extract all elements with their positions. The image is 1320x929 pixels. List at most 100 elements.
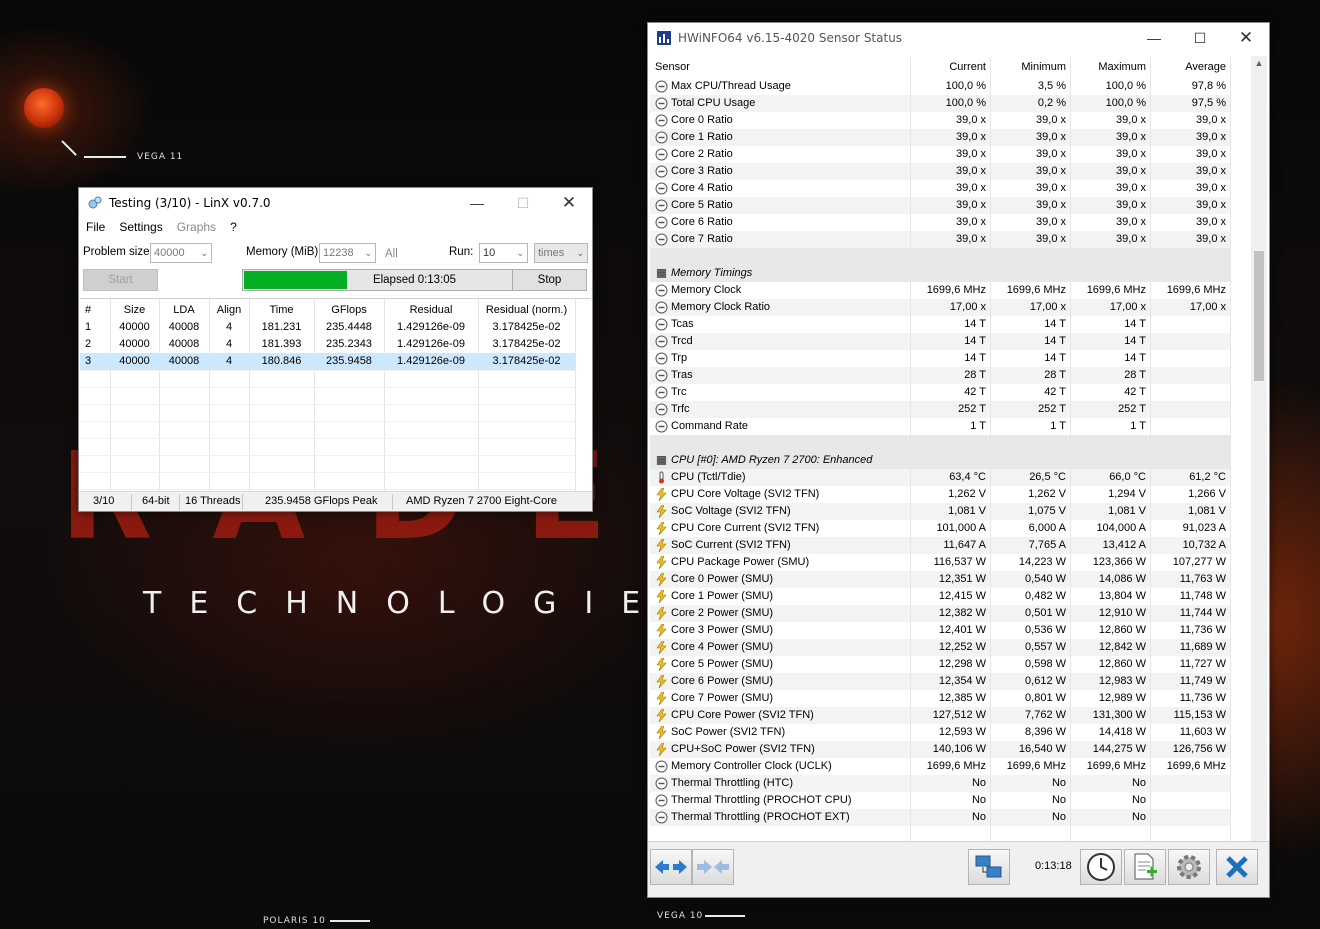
col-time[interactable]: Time [249, 302, 314, 319]
sensor-row[interactable]: Core 5 Ratio 39,0 x 39,0 x 39,0 x 39,0 x [650, 197, 1230, 214]
sensor-name: Core 4 Ratio [671, 182, 733, 194]
sensor-row[interactable]: Memory Clock 1699,6 MHz 1699,6 MHz 1699,6 M… [650, 282, 1230, 299]
sensor-row[interactable]: CPU (Tctl/Tdie) 63,4 °C 26,5 °C 66,0 °C 61,2… [650, 469, 1230, 486]
problem-size-combo[interactable]: 40000 ⌄ [150, 243, 212, 263]
sensor-group-row[interactable]: Memory Timings [650, 265, 1230, 282]
nav-arrows-button[interactable] [650, 849, 692, 885]
sensor-row[interactable]: Core 3 Power (SMU) 12,401 W 0,536 W 12,860 … [650, 622, 1230, 639]
sensor-row[interactable]: Core 6 Ratio 39,0 x 39,0 x 39,0 x 39,0 x [650, 214, 1230, 231]
menu-file[interactable]: File [79, 218, 112, 237]
current-value: 1,081 V [948, 505, 986, 517]
col-minimum[interactable]: Minimum [992, 57, 1066, 77]
sensor-row[interactable]: Core 1 Ratio 39,0 x 39,0 x 39,0 x 39,0 x [650, 129, 1230, 146]
col-align[interactable]: Align [209, 302, 249, 319]
minimize-button[interactable]: — [454, 188, 500, 218]
close-sensors-button[interactable] [1216, 849, 1258, 885]
col-current[interactable]: Current [912, 57, 986, 77]
scroll-up-icon[interactable]: ▲ [1251, 58, 1267, 68]
run-unit-combo[interactable]: times ⌄ [534, 243, 588, 263]
start-button[interactable]: Start [83, 269, 158, 291]
col-lda[interactable]: LDA [159, 302, 209, 319]
close-button[interactable]: ✕ [546, 188, 592, 218]
col-gflops[interactable]: GFlops [314, 302, 384, 319]
sensor-row[interactable]: Trc 42 T 42 T 42 T [650, 384, 1230, 401]
sensor-row[interactable]: SoC Power (SVI2 TFN) 12,593 W 8,396 W 14,41… [650, 724, 1230, 741]
collapse-arrows-button[interactable] [692, 849, 734, 885]
maximize-button[interactable]: ☐ [500, 188, 546, 218]
sensor-row[interactable]: Core 7 Power (SMU) 12,385 W 0,801 W 12,989 … [650, 690, 1230, 707]
sensor-row[interactable]: Core 0 Ratio 39,0 x 39,0 x 39,0 x 39,0 x [650, 112, 1230, 129]
memory-combo[interactable]: 12238 ⌄ [319, 243, 376, 263]
col-residual-norm[interactable]: Residual (norm.) [478, 302, 575, 319]
sensor-row[interactable]: Core 1 Power (SMU) 12,415 W 0,482 W 13,804 … [650, 588, 1230, 605]
stop-button[interactable]: Stop [512, 269, 587, 291]
maximum-value: 14 T [1124, 352, 1146, 364]
power-bolt-icon [655, 606, 668, 621]
sensor-row[interactable]: Memory Controller Clock (UCLK) 1699,6 MHz… [650, 758, 1230, 775]
sensor-row[interactable]: CPU Core Power (SVI2 TFN) 127,512 W 7,762 … [650, 707, 1230, 724]
sensor-row[interactable]: CPU Core Current (SVI2 TFN) 101,000 A 6,00… [650, 520, 1230, 537]
table-row[interactable]: 1 40000 40008 4 181.231 235.4448 1.429126e-09 3… [80, 319, 591, 336]
sensor-row[interactable]: Thermal Throttling (PROCHOT CPU) No No No [650, 792, 1230, 809]
col-size[interactable]: Size [110, 302, 159, 319]
sensor-row[interactable]: Core 3 Ratio 39,0 x 39,0 x 39,0 x 39,0 x [650, 163, 1230, 180]
average-value: 39,0 x [1196, 216, 1226, 228]
sensor-row[interactable]: Core 2 Ratio 39,0 x 39,0 x 39,0 x 39,0 x [650, 146, 1230, 163]
sensor-row[interactable]: Core 7 Ratio 39,0 x 39,0 x 39,0 x 39,0 x [650, 231, 1230, 248]
linx-titlebar[interactable]: Testing (3/10) - LinX v0.7.0 — ☐ ✕ [79, 188, 592, 218]
menu-graphs[interactable]: Graphs [170, 218, 223, 237]
run-count-combo[interactable]: 10 ⌄ [479, 243, 528, 263]
table-row[interactable]: 3 40000 40008 4 180.846 235.9458 1.429126e-09 3… [80, 353, 575, 370]
sensor-row[interactable]: Thermal Throttling (HTC) No No No [650, 775, 1230, 792]
maximize-button[interactable]: ☐ [1177, 23, 1223, 53]
sensor-row[interactable]: Core 4 Ratio 39,0 x 39,0 x 39,0 x 39,0 x [650, 180, 1230, 197]
sensor-row[interactable]: Max CPU/Thread Usage 100,0 % 3,5 % 100,0 % 9… [650, 78, 1230, 95]
sensor-row[interactable]: CPU Package Power (SMU) 116,537 W 14,223 W… [650, 554, 1230, 571]
sensor-row[interactable]: SoC Current (SVI2 TFN) 11,647 A 7,765 A 13,… [650, 537, 1230, 554]
desktop-pointer-line [330, 920, 370, 922]
current-value: 12,415 W [938, 590, 986, 602]
minimize-button[interactable]: — [1131, 23, 1177, 53]
clock-button[interactable] [1080, 849, 1122, 885]
sensor-row[interactable]: Trp 14 T 14 T 14 T [650, 350, 1230, 367]
sensor-row[interactable]: Thermal Throttling (PROCHOT EXT) No No No [650, 809, 1230, 826]
vertical-scrollbar[interactable]: ▲ ▼ [1251, 56, 1267, 864]
col-average[interactable]: Average [1152, 57, 1226, 77]
col-residual[interactable]: Residual [384, 302, 478, 319]
sensor-row[interactable]: Trfc 252 T 252 T 252 T [650, 401, 1230, 418]
sensor-row[interactable]: Core 6 Power (SMU) 12,354 W 0,612 W 12,983 … [650, 673, 1230, 690]
col-maximum[interactable]: Maximum [1072, 57, 1146, 77]
sensor-row[interactable]: Command Rate 1 T 1 T 1 T [650, 418, 1230, 435]
menu-help[interactable]: ? [223, 218, 244, 237]
sensor-row[interactable]: Core 4 Power (SMU) 12,252 W 0,557 W 12,842 … [650, 639, 1230, 656]
sensor-row[interactable]: Tcas 14 T 14 T 14 T [650, 316, 1230, 333]
hwinfo-titlebar[interactable]: HWiNFO64 v6.15-4020 Sensor Status — ☐ ✕ [648, 23, 1269, 53]
average-value: 1,266 V [1188, 488, 1226, 500]
network-button[interactable] [968, 849, 1010, 885]
table-row[interactable]: 2 40000 40008 4 181.393 235.2343 1.429126e-09 3… [80, 336, 591, 353]
sensor-row[interactable]: Trcd 14 T 14 T 14 T [650, 333, 1230, 350]
scroll-thumb[interactable] [1254, 251, 1264, 381]
settings-button[interactable] [1168, 849, 1210, 885]
sensor-row[interactable]: Core 2 Power (SMU) 12,382 W 0,501 W 12,910 … [650, 605, 1230, 622]
maximum-value: 123,366 W [1092, 556, 1146, 568]
sensor-row[interactable]: Total CPU Usage 100,0 % 0,2 % 100,0 % 97,5 % [650, 95, 1230, 112]
sensor-row[interactable]: CPU Core Voltage (SVI2 TFN) 1,262 V 1,262 … [650, 486, 1230, 503]
sensor-icon [655, 80, 668, 93]
sensor-row[interactable]: Tras 28 T 28 T 28 T [650, 367, 1230, 384]
sensor-group-row[interactable]: CPU [#0]: AMD Ryzen 7 2700: Enhanced [650, 452, 1230, 469]
sensor-row[interactable]: CPU+SoC Power (SVI2 TFN) 140,106 W 16,540 … [650, 741, 1230, 758]
menu-settings[interactable]: Settings [112, 218, 169, 237]
maximum-value: 39,0 x [1116, 148, 1146, 160]
average-value: 39,0 x [1196, 148, 1226, 160]
sensor-row[interactable]: Core 5 Power (SMU) 12,298 W 0,598 W 12,860 … [650, 656, 1230, 673]
sensor-row[interactable]: SoC Voltage (SVI2 TFN) 1,081 V 1,075 V 1,08… [650, 503, 1230, 520]
col-sensor[interactable]: Sensor [655, 57, 690, 77]
all-checkbox-label[interactable]: All [385, 248, 398, 260]
add-report-button[interactable] [1124, 849, 1166, 885]
sensor-row[interactable]: Core 0 Power (SMU) 12,351 W 0,540 W 14,086 … [650, 571, 1230, 588]
col-index[interactable]: # [80, 302, 110, 319]
maximum-value: 13,804 W [1098, 590, 1146, 602]
close-button[interactable]: ✕ [1223, 23, 1269, 53]
sensor-row[interactable]: Memory Clock Ratio 17,00 x 17,00 x 17,00 x 1… [650, 299, 1230, 316]
